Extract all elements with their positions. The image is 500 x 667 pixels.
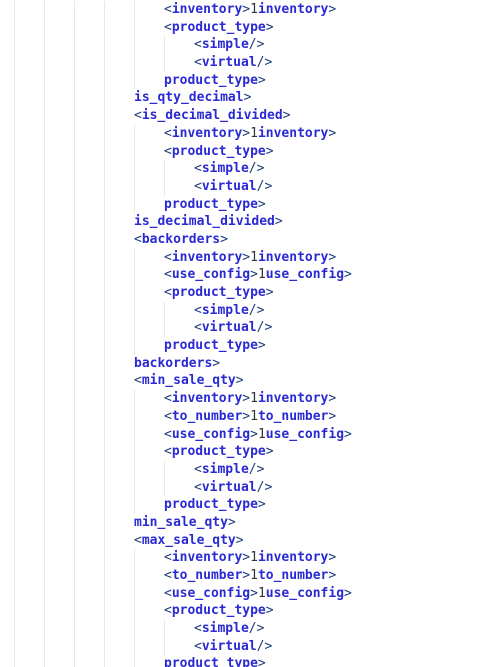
code-text: <inventory>1inventory> (164, 390, 336, 408)
code-text: <virtual/> (194, 638, 272, 656)
code-text: product_type> (164, 196, 266, 214)
code-body[interactable]: <inventory>1inventory><product_type><sim… (14, 0, 500, 667)
code-text: <virtual/> (194, 54, 272, 72)
code-text: <inventory>1inventory> (164, 249, 336, 267)
code-text: <simple/> (194, 620, 264, 638)
code-line[interactable]: <virtual/> (14, 479, 500, 497)
code-line[interactable]: min_sale_qty> (14, 514, 500, 532)
code-line[interactable]: product_type> (14, 196, 500, 214)
code-text: <product_type> (164, 143, 274, 161)
code-line[interactable]: <min_sale_qty> (14, 372, 500, 390)
code-line[interactable]: <virtual/> (14, 319, 500, 337)
code-line[interactable]: <simple/> (14, 302, 500, 320)
code-line[interactable]: <virtual/> (14, 54, 500, 72)
code-text: <product_type> (164, 443, 274, 461)
code-text: product_type> (164, 496, 266, 514)
code-line[interactable]: <use_config>1use_config> (14, 266, 500, 284)
code-text: <virtual/> (194, 479, 272, 497)
code-line[interactable]: <product_type> (14, 284, 500, 302)
code-text: backorders> (134, 355, 220, 373)
code-line[interactable]: <inventory>1inventory> (14, 549, 500, 567)
code-line[interactable]: <use_config>1use_config> (14, 585, 500, 603)
code-text: <use_config>1use_config> (164, 585, 352, 603)
code-line[interactable]: is_decimal_divided> (14, 213, 500, 231)
code-line[interactable]: is_qty_decimal> (14, 89, 500, 107)
code-line[interactable]: backorders> (14, 355, 500, 373)
code-line[interactable]: <virtual/> (14, 178, 500, 196)
code-line[interactable]: <simple/> (14, 160, 500, 178)
code-text: <virtual/> (194, 178, 272, 196)
code-line[interactable]: <simple/> (14, 620, 500, 638)
code-text: product_type> (164, 72, 266, 90)
code-text: is_qty_decimal> (134, 89, 251, 107)
code-text: <simple/> (194, 302, 264, 320)
code-text: <product_type> (164, 19, 274, 37)
code-text: product_type> (164, 655, 266, 667)
code-line[interactable]: <virtual/> (14, 638, 500, 656)
code-line[interactable]: product_type> (14, 496, 500, 514)
code-text: <product_type> (164, 284, 274, 302)
code-line[interactable]: <simple/> (14, 461, 500, 479)
code-text: <to_number>1to_number> (164, 567, 336, 585)
code-line[interactable]: <inventory>1inventory> (14, 1, 500, 19)
code-text: <is_decimal_divided> (134, 107, 291, 125)
code-text: <backorders> (134, 231, 228, 249)
code-text: <inventory>1inventory> (164, 549, 336, 567)
code-line[interactable]: <inventory>1inventory> (14, 125, 500, 143)
code-line[interactable]: <simple/> (14, 36, 500, 54)
code-text: min_sale_qty> (134, 514, 236, 532)
code-text: <simple/> (194, 160, 264, 178)
code-text: <simple/> (194, 36, 264, 54)
code-line[interactable]: <product_type> (14, 143, 500, 161)
code-text: <product_type> (164, 602, 274, 620)
code-text: <use_config>1use_config> (164, 266, 352, 284)
code-line[interactable]: <inventory>1inventory> (14, 390, 500, 408)
code-text: is_decimal_divided> (134, 213, 283, 231)
code-line[interactable]: <is_decimal_divided> (14, 107, 500, 125)
code-line[interactable]: <product_type> (14, 602, 500, 620)
code-line[interactable]: <product_type> (14, 443, 500, 461)
code-text: <virtual/> (194, 319, 272, 337)
code-line[interactable]: <product_type> (14, 19, 500, 37)
code-line[interactable]: product_type> (14, 72, 500, 90)
code-line[interactable]: product_type> (14, 655, 500, 667)
line-number-gutter (0, 0, 12, 667)
code-line[interactable]: product_type> (14, 337, 500, 355)
code-text: <use_config>1use_config> (164, 426, 352, 444)
code-line[interactable]: <to_number>1to_number> (14, 567, 500, 585)
code-line[interactable]: <backorders> (14, 231, 500, 249)
code-line[interactable]: <use_config>1use_config> (14, 426, 500, 444)
code-text: <to_number>1to_number> (164, 408, 336, 426)
code-text: <simple/> (194, 461, 264, 479)
code-editor[interactable]: <inventory>1inventory><product_type><sim… (0, 0, 500, 667)
code-text: <max_sale_qty> (134, 532, 244, 550)
code-text: <inventory>1inventory> (164, 125, 336, 143)
code-text: <inventory>1inventory> (164, 1, 336, 19)
code-text: product_type> (164, 337, 266, 355)
code-line[interactable]: <max_sale_qty> (14, 532, 500, 550)
code-line[interactable]: <to_number>1to_number> (14, 408, 500, 426)
code-text: <min_sale_qty> (134, 372, 244, 390)
code-line[interactable]: <inventory>1inventory> (14, 249, 500, 267)
